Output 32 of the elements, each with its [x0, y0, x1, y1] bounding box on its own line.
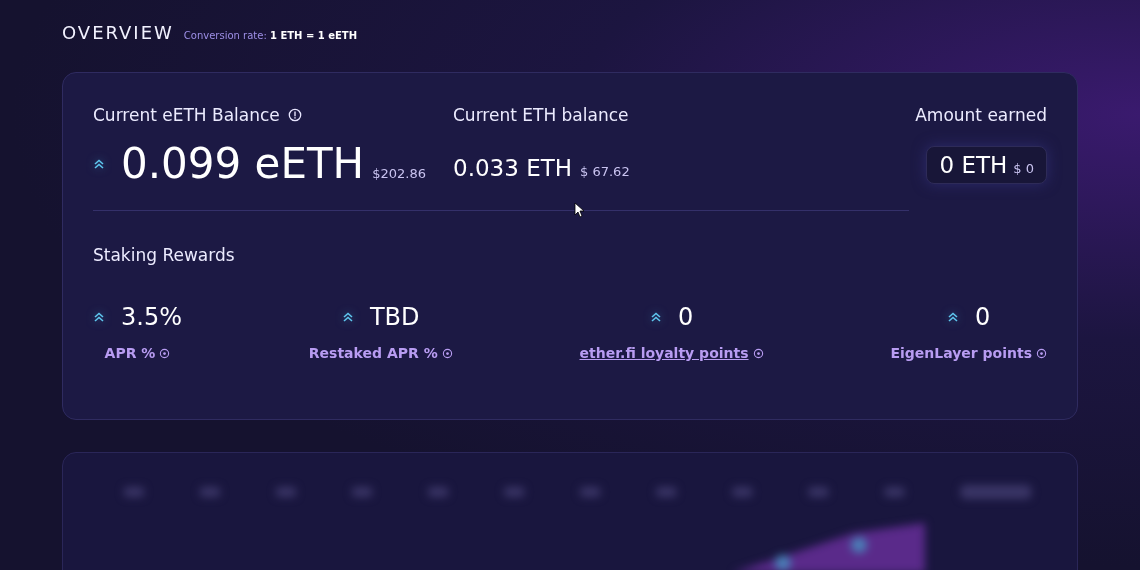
info-icon[interactable]	[159, 347, 171, 359]
stat-label: EigenLayer points	[890, 345, 1032, 361]
mouse-cursor-icon	[574, 202, 584, 218]
info-icon[interactable]	[1036, 347, 1047, 359]
usd-value: $202.86	[372, 166, 426, 181]
stat-value: 0	[677, 303, 694, 331]
stat-label: Restaked APR %	[308, 345, 438, 361]
earned-value: 0 ETH	[939, 152, 1008, 178]
usd-value: $ 67.62	[580, 164, 630, 179]
chevrons-up-icon	[649, 311, 662, 323]
eth-balance-value: 0.033 ETH	[453, 155, 573, 181]
conversion-rate: Conversion rate: 1 ETH = 1 eETH	[183, 30, 357, 41]
section-title: OVERVIEW	[62, 22, 174, 43]
balance-label: Current ETH balance	[453, 105, 630, 125]
stat-value: TBD	[369, 303, 420, 331]
chevrons-up-icon	[341, 311, 354, 323]
stat-link[interactable]: ether.fi loyalty points	[579, 345, 749, 361]
chart-point	[774, 555, 792, 570]
staking-title: Staking Rewards	[93, 245, 236, 265]
stat-label: APR %	[104, 345, 156, 361]
stat-value: 3.5%	[121, 303, 182, 331]
stat-value: 0	[975, 303, 991, 331]
eeth-balance-value: 0.099 eETH	[121, 139, 365, 188]
balance-label: Current eETH Balance	[93, 105, 280, 125]
info-icon[interactable]	[752, 347, 764, 359]
usd-value: $ 0	[1013, 161, 1034, 176]
earned-label: Amount earned	[915, 105, 1047, 125]
chevrons-up-icon	[93, 157, 105, 170]
chevrons-up-icon	[93, 311, 105, 323]
chart-point	[850, 537, 868, 553]
info-icon[interactable]	[441, 347, 453, 359]
chevrons-up-icon	[947, 311, 960, 323]
